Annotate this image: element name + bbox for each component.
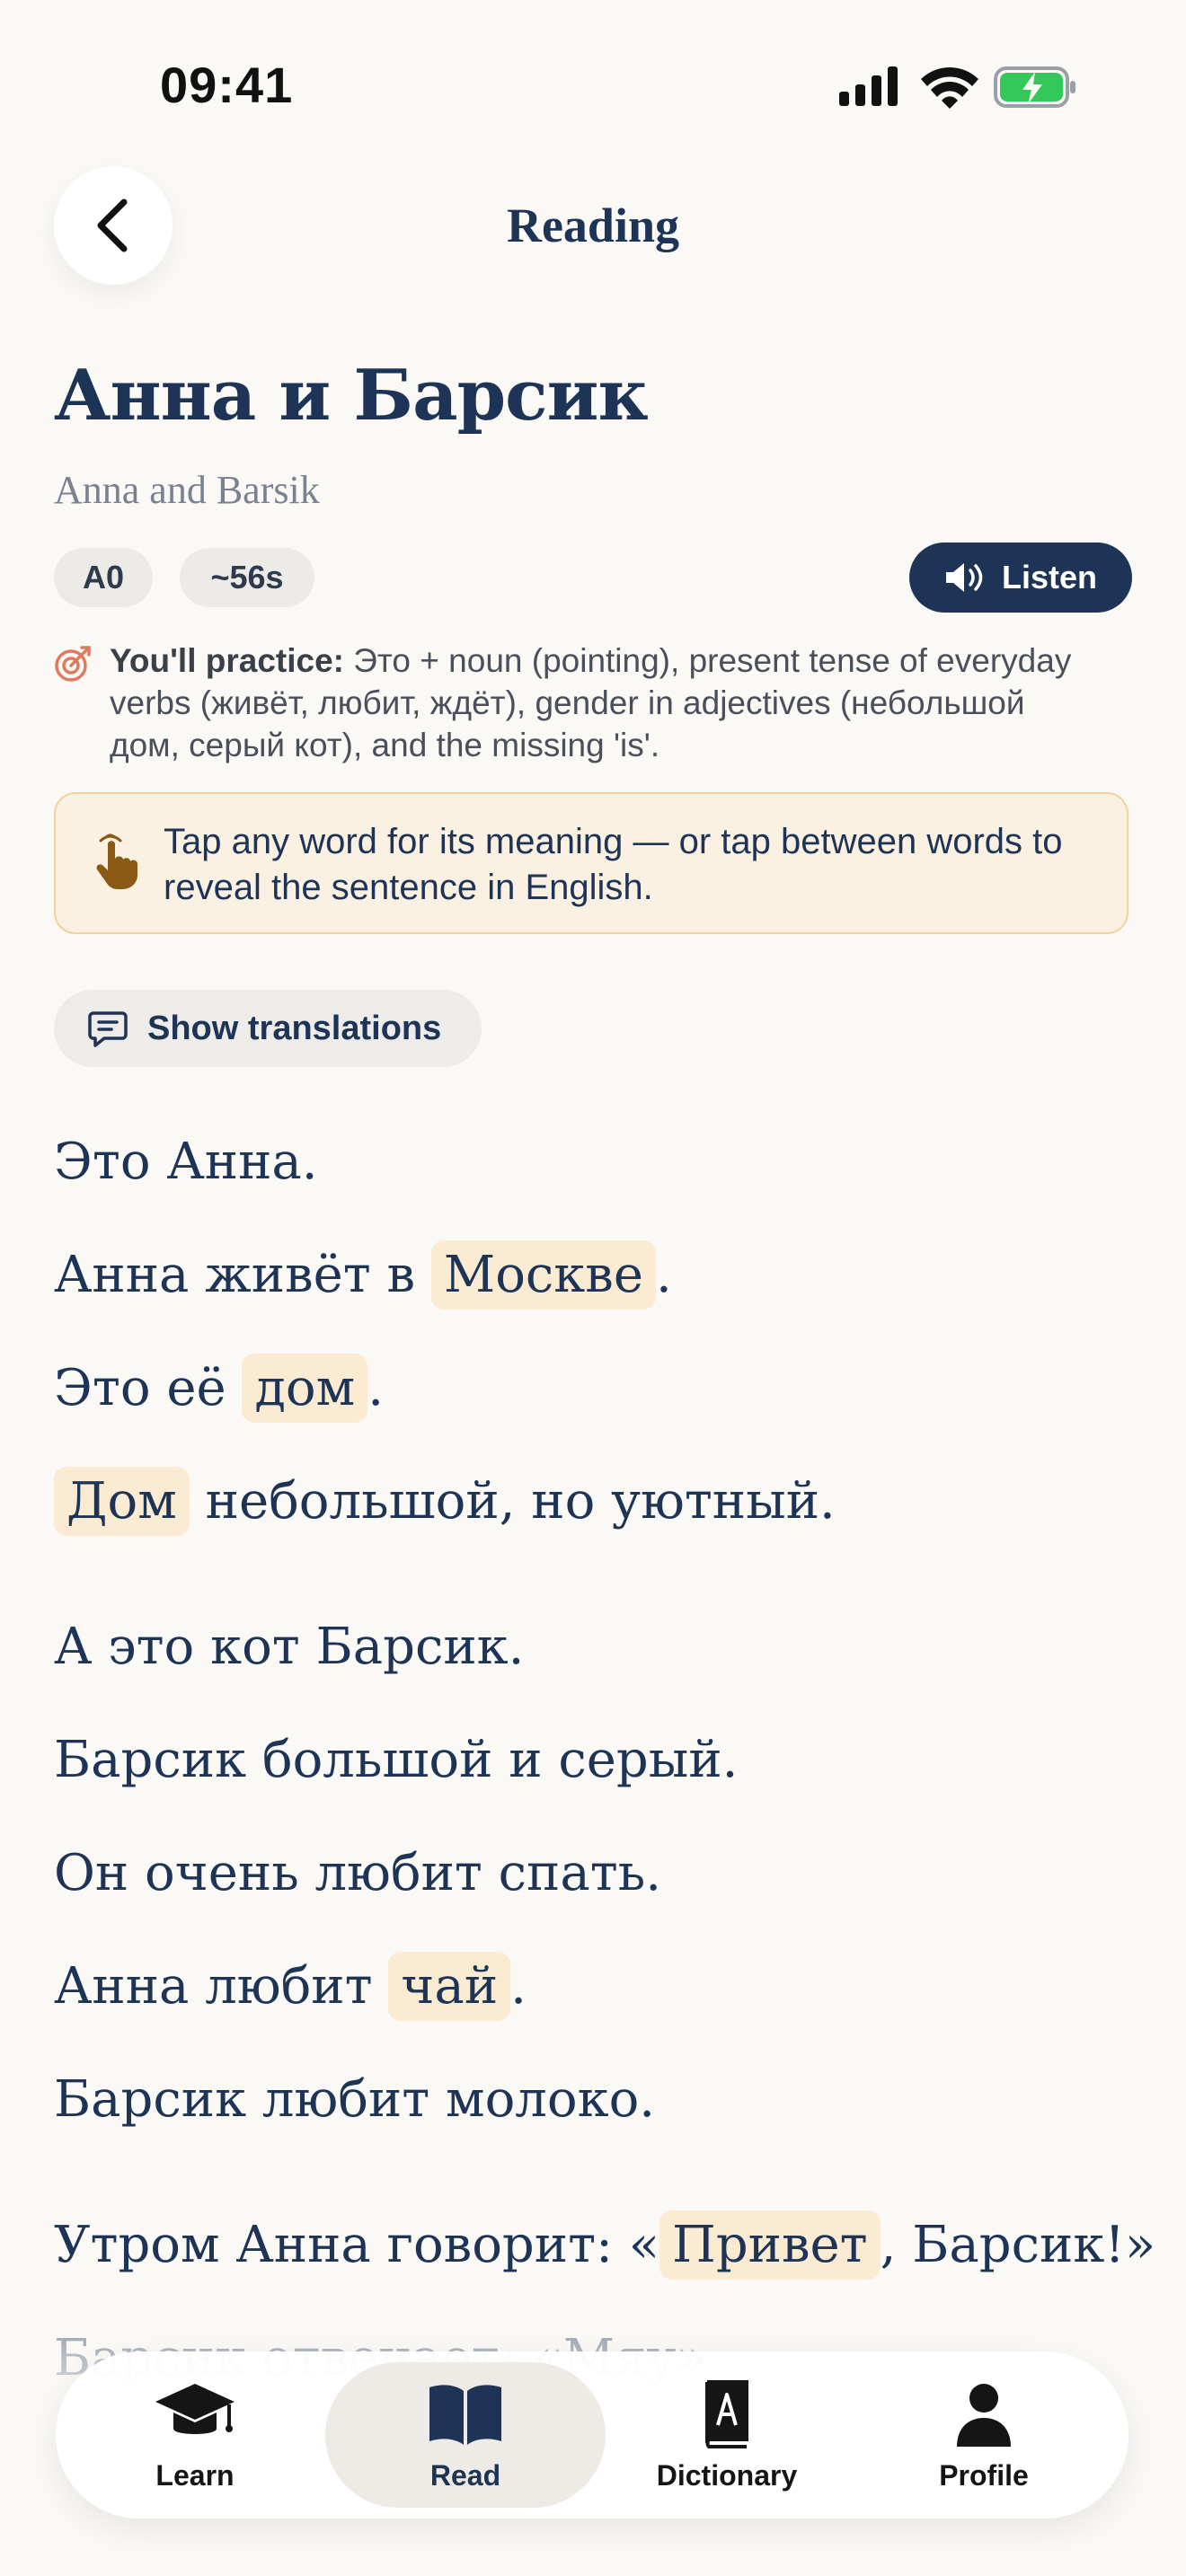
tab-label: Learn <box>155 2458 235 2492</box>
status-icons <box>839 66 1075 109</box>
sentence-text[interactable]: , Барсик!» <box>881 2216 1155 2274</box>
battery-charging-icon <box>994 66 1075 108</box>
sentence-7[interactable]: Он очень любит спать. <box>54 1831 661 1917</box>
story-title: Анна и Барсик <box>54 355 649 437</box>
hint-text: Tap any word for its meaning — or tap be… <box>164 822 1063 907</box>
sentence-10[interactable]: Утром Анна говорит: «Привет, Барсик!» <box>54 2202 1155 2289</box>
sentence-6[interactable]: Барсик большой и серый. <box>54 1717 738 1804</box>
dictionary-book-icon <box>705 2379 748 2448</box>
sentence-9[interactable]: Барсик любит молоко. <box>54 2057 655 2143</box>
status-time: 09:41 <box>160 57 294 113</box>
sentence-text[interactable]: Утром Анна говорит: « <box>54 2216 659 2274</box>
cellular-signal-icon <box>839 66 898 106</box>
target-icon <box>55 646 91 682</box>
sentence-2[interactable]: Анна живёт в Москве. <box>54 1232 672 1319</box>
speaker-icon <box>945 563 983 592</box>
level-badge: A0 <box>54 548 153 607</box>
sentence-5[interactable]: А это кот Барсик. <box>54 1604 524 1690</box>
tap-hand-icon <box>96 834 137 889</box>
page-title: Reading <box>506 198 680 252</box>
sentence-1[interactable]: Это Анна. <box>54 1119 318 1205</box>
tab-label: Profile <box>939 2458 1029 2492</box>
sentence-text[interactable]: Анна любит <box>54 1957 388 2016</box>
sentence-text[interactable]: А это кот Барсик. <box>54 1618 524 1676</box>
tab-dictionary[interactable]: Dictionary <box>597 2351 857 2519</box>
tap-hint-banner: Tap any word for its meaning — or tap be… <box>54 792 1128 934</box>
sentence-text[interactable]: . <box>367 1359 384 1417</box>
sentence-text[interactable]: Это Анна. <box>54 1133 318 1191</box>
listen-button[interactable]: Listen <box>909 543 1132 613</box>
tab-profile[interactable]: Profile <box>854 2351 1114 2519</box>
sentence-text[interactable]: Барсик большой и серый. <box>54 1731 738 1789</box>
sentence-text[interactable]: . <box>510 1957 527 2016</box>
open-book-icon <box>429 2384 501 2445</box>
sentence-8[interactable]: Анна любит чай. <box>54 1944 527 2030</box>
sentence-text[interactable]: Он очень любит спать. <box>54 1844 661 1902</box>
sentence-text[interactable]: Это её <box>54 1359 242 1417</box>
person-icon <box>957 2383 1011 2447</box>
highlighted-word[interactable]: Дом <box>54 1467 190 1536</box>
sentence-4[interactable]: Дом небольшой, но уютный. <box>54 1459 836 1545</box>
sentence-text[interactable]: Барсик любит молоко. <box>54 2070 655 2129</box>
highlighted-word[interactable]: чай <box>388 1952 511 2021</box>
practice-label: You'll practice: <box>110 642 345 679</box>
duration-badge: ~56s <box>180 548 314 607</box>
listen-label: Listen <box>1001 559 1097 595</box>
tab-learn[interactable]: Learn <box>65 2351 325 2519</box>
highlighted-word[interactable]: дом <box>242 1354 368 1423</box>
story-subtitle: Anna and Barsik <box>54 468 320 512</box>
sentence-text[interactable]: . <box>656 1246 672 1304</box>
tab-bar: Learn Read Dictionary Profile <box>56 2351 1128 2519</box>
tab-label: Read <box>429 2458 501 2492</box>
tab-read[interactable]: Read <box>335 2351 596 2519</box>
highlighted-word[interactable]: Москве <box>430 1240 656 1310</box>
highlighted-word[interactable]: Привет <box>659 2210 881 2280</box>
chat-bubble-icon <box>88 1011 128 1047</box>
graduation-cap-icon <box>155 2383 235 2434</box>
practice-description: You'll practice: Это + noun (pointing), … <box>110 640 1089 766</box>
tab-label: Dictionary <box>656 2458 798 2492</box>
wifi-icon <box>921 67 978 109</box>
show-translations-label: Show translations <box>147 1009 442 1047</box>
show-translations-button[interactable]: Show translations <box>54 990 482 1067</box>
sentence-text[interactable]: небольшой, но уютный. <box>190 1472 836 1531</box>
sentence-3[interactable]: Это её дом. <box>54 1345 384 1432</box>
sentence-text[interactable]: Анна живёт в <box>54 1246 431 1304</box>
